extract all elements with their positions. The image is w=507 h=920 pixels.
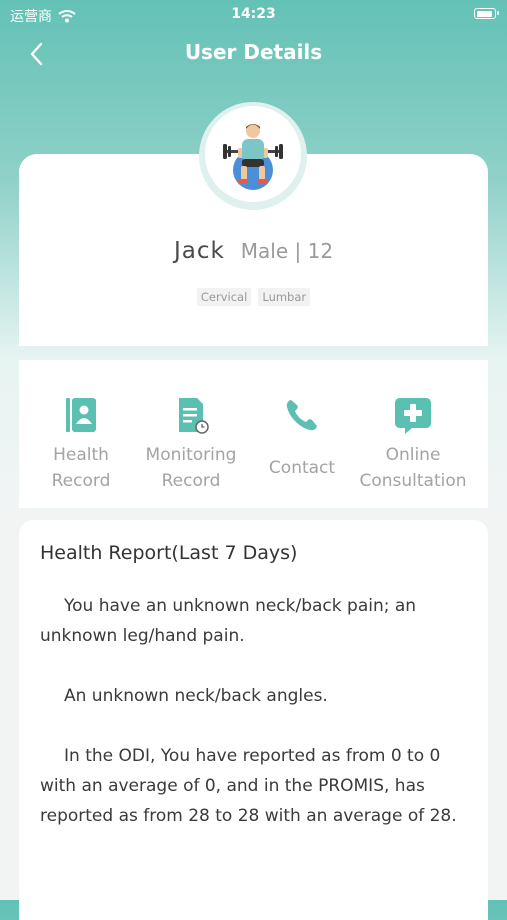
health-record-label: Health Record [51, 445, 111, 491]
status-bar: 运营商 14:23 [0, 0, 507, 30]
medical-chat-icon [395, 398, 431, 434]
user-name: Jack [173, 238, 225, 264]
status-time: 14:23 [231, 6, 276, 22]
report-paragraph-pain: You have an unknown neck/back pain; an u… [40, 596, 417, 646]
online-consultation-label: Online Consultation [359, 445, 467, 491]
monitoring-record-button[interactable]: Monitoring Record [131, 394, 251, 494]
tag-lumbar: Lumbar [258, 288, 311, 306]
contact-label: Contact [268, 458, 336, 478]
monitoring-record-label: Monitoring Record [145, 445, 237, 491]
nav-bar: User Details [0, 30, 507, 78]
avatar[interactable] [205, 106, 301, 202]
report-paragraph-scores: In the ODI, You have reported as from 0 … [40, 746, 457, 826]
page-title: User Details [184, 40, 323, 64]
user-meta: Male | 12 [240, 239, 334, 263]
actions-card: Health Record Monitoring Record Contact [19, 360, 488, 508]
document-clock-icon [179, 398, 209, 434]
battery-icon [474, 8, 499, 19]
phone-icon [286, 400, 317, 431]
condition-tags: Cervical Lumbar [19, 286, 488, 306]
user-name-row: Jack Male | 12 [19, 238, 488, 264]
online-consultation-button[interactable]: Online Consultation [353, 394, 473, 494]
contact-button[interactable]: Contact [242, 394, 362, 481]
report-paragraph-angles: An unknown neck/back angles. [64, 686, 328, 706]
fitness-user-icon [223, 124, 283, 190]
report-title: Health Report(Last 7 Days) [40, 542, 298, 564]
health-record-button[interactable]: Health Record [21, 394, 141, 494]
tag-cervical: Cervical [196, 288, 252, 306]
health-report-card: Health Report(Last 7 Days) You have an u… [19, 520, 488, 920]
contact-book-icon [66, 398, 96, 432]
